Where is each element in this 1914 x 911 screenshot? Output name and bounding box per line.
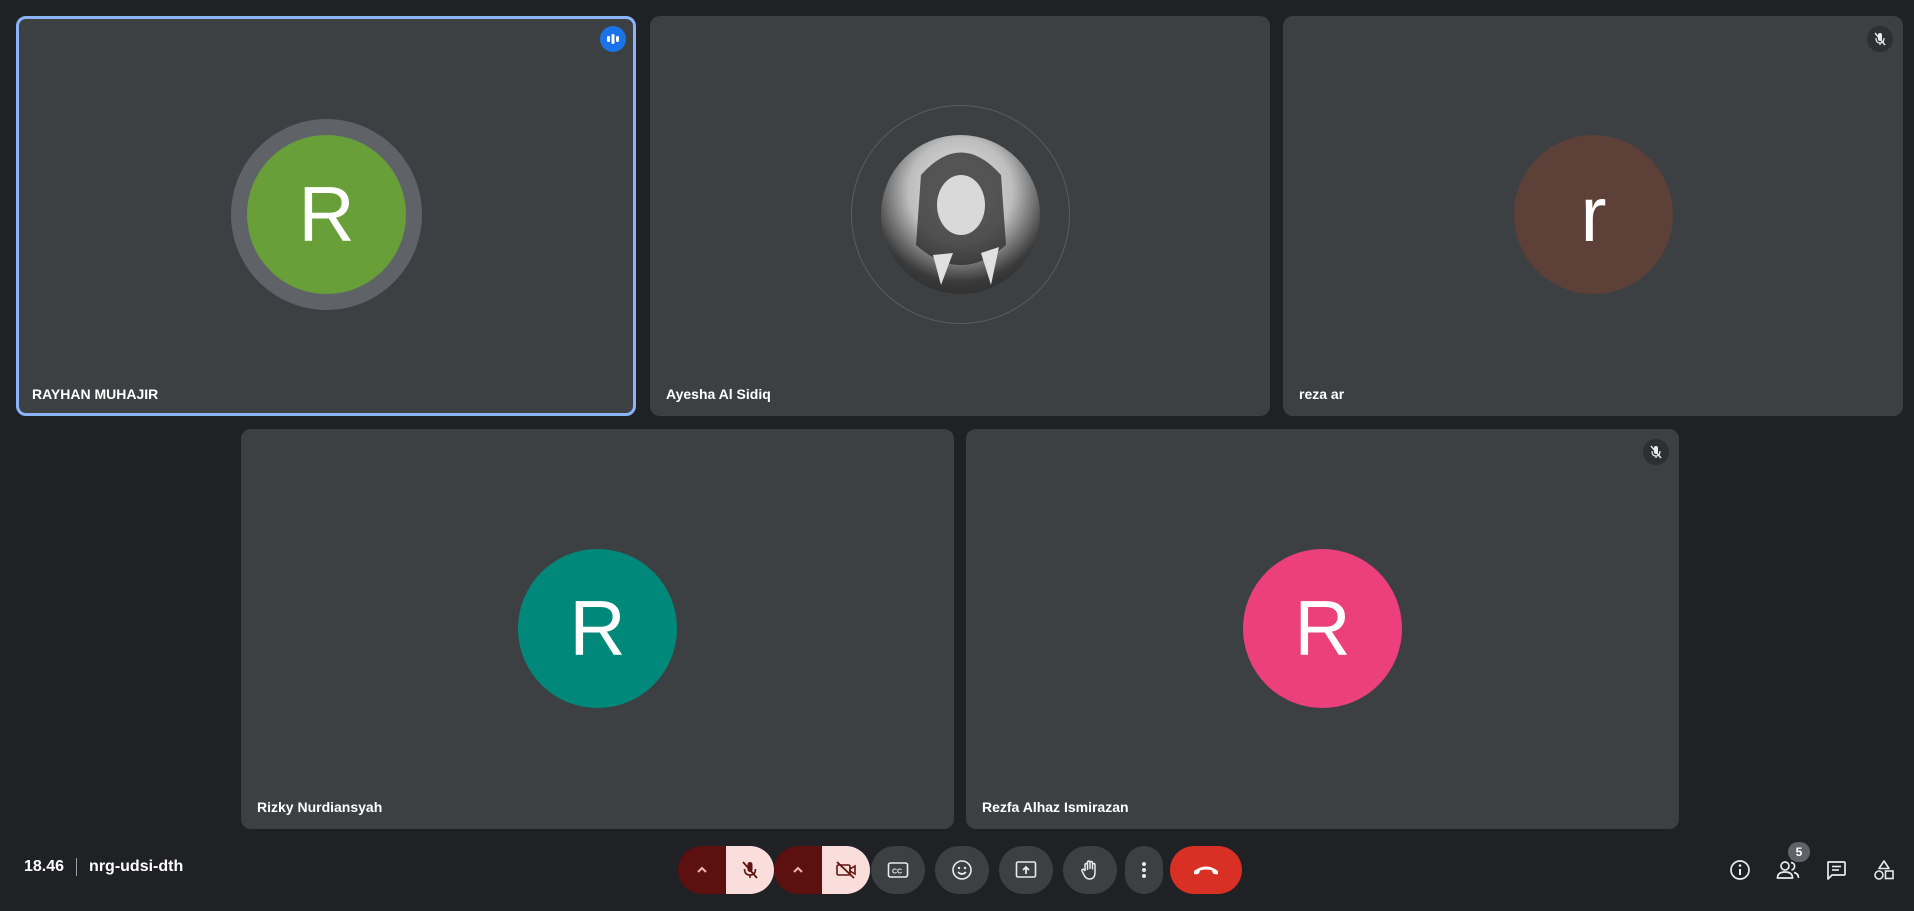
avatar-initial: R [1294,584,1351,672]
avatar-initial: r [1580,170,1607,258]
mic-muted-icon [1643,439,1669,465]
meeting-info: 18.46 nrg-udsi-dth [24,858,183,876]
present-icon [1015,861,1037,878]
activities-button[interactable] [1866,852,1902,888]
people-count-badge: 5 [1788,842,1810,862]
raise-hand-button[interactable] [1063,846,1117,894]
chevron-up-icon [793,866,803,873]
divider [76,858,78,876]
avatar: R [1243,549,1402,708]
meeting-details-button[interactable] [1722,852,1758,888]
speaking-indicator-icon [600,26,626,52]
end-call-button[interactable] [1170,846,1242,894]
participant-name: reza ar [1299,386,1345,402]
emoji-reaction-button[interactable] [935,846,989,894]
avatar-initial: R [298,170,355,258]
mic-toggle-button[interactable] [726,846,774,894]
activities-icon [1874,860,1894,880]
participant-tile-ayesha[interactable]: Ayesha Al Sidiq [650,16,1270,416]
meeting-stage: R RAYHAN MUHAJIR Ayesha Al Sidiq r reza … [0,0,1914,911]
chat-button[interactable] [1818,852,1854,888]
participant-name: RAYHAN MUHAJIR [32,386,159,402]
mic-options-button[interactable] [678,846,726,894]
info-icon [1730,860,1750,880]
mic-control [678,846,774,894]
people-button[interactable]: 5 [1770,842,1810,888]
captions-button[interactable]: CC [871,846,925,894]
avatar: R [518,549,677,708]
present-screen-button[interactable] [999,846,1053,894]
meeting-code: nrg-udsi-dth [89,858,184,875]
hand-icon [1081,860,1096,880]
svg-text:CC: CC [892,869,902,876]
chat-icon [1827,861,1846,880]
camera-off-icon [836,861,856,879]
participant-tile-rizky[interactable]: R Rizky Nurdiansyah [241,429,954,829]
participant-tile-rezfa[interactable]: R Rezfa Alhaz Ismirazan [966,429,1679,829]
participant-tile-reza[interactable]: r reza ar [1283,16,1903,416]
chevron-up-icon [697,866,707,873]
participant-name: Rezfa Alhaz Ismirazan [982,799,1129,815]
camera-options-button[interactable] [774,846,822,894]
call-end-icon [1194,866,1218,875]
mic-off-icon [742,861,758,879]
emoji-icon [952,860,972,880]
avatar-photo [881,135,1040,294]
participant-tile-rayhan[interactable]: R RAYHAN MUHAJIR [16,16,636,416]
captions-icon: CC [887,862,909,878]
avatar-initial: R [569,584,626,672]
camera-toggle-button[interactable] [822,846,870,894]
participant-name: Rizky Nurdiansyah [257,799,383,815]
mic-muted-icon [1867,26,1893,52]
statue-icon [916,152,1006,285]
participant-name: Ayesha Al Sidiq [666,386,771,402]
more-vert-icon [1142,862,1146,878]
avatar: R [247,135,406,294]
meeting-time: 18.46 [24,858,65,875]
avatar: r [1514,135,1673,294]
people-icon [1776,861,1800,879]
more-options-button[interactable] [1125,846,1163,894]
camera-control [774,846,870,894]
